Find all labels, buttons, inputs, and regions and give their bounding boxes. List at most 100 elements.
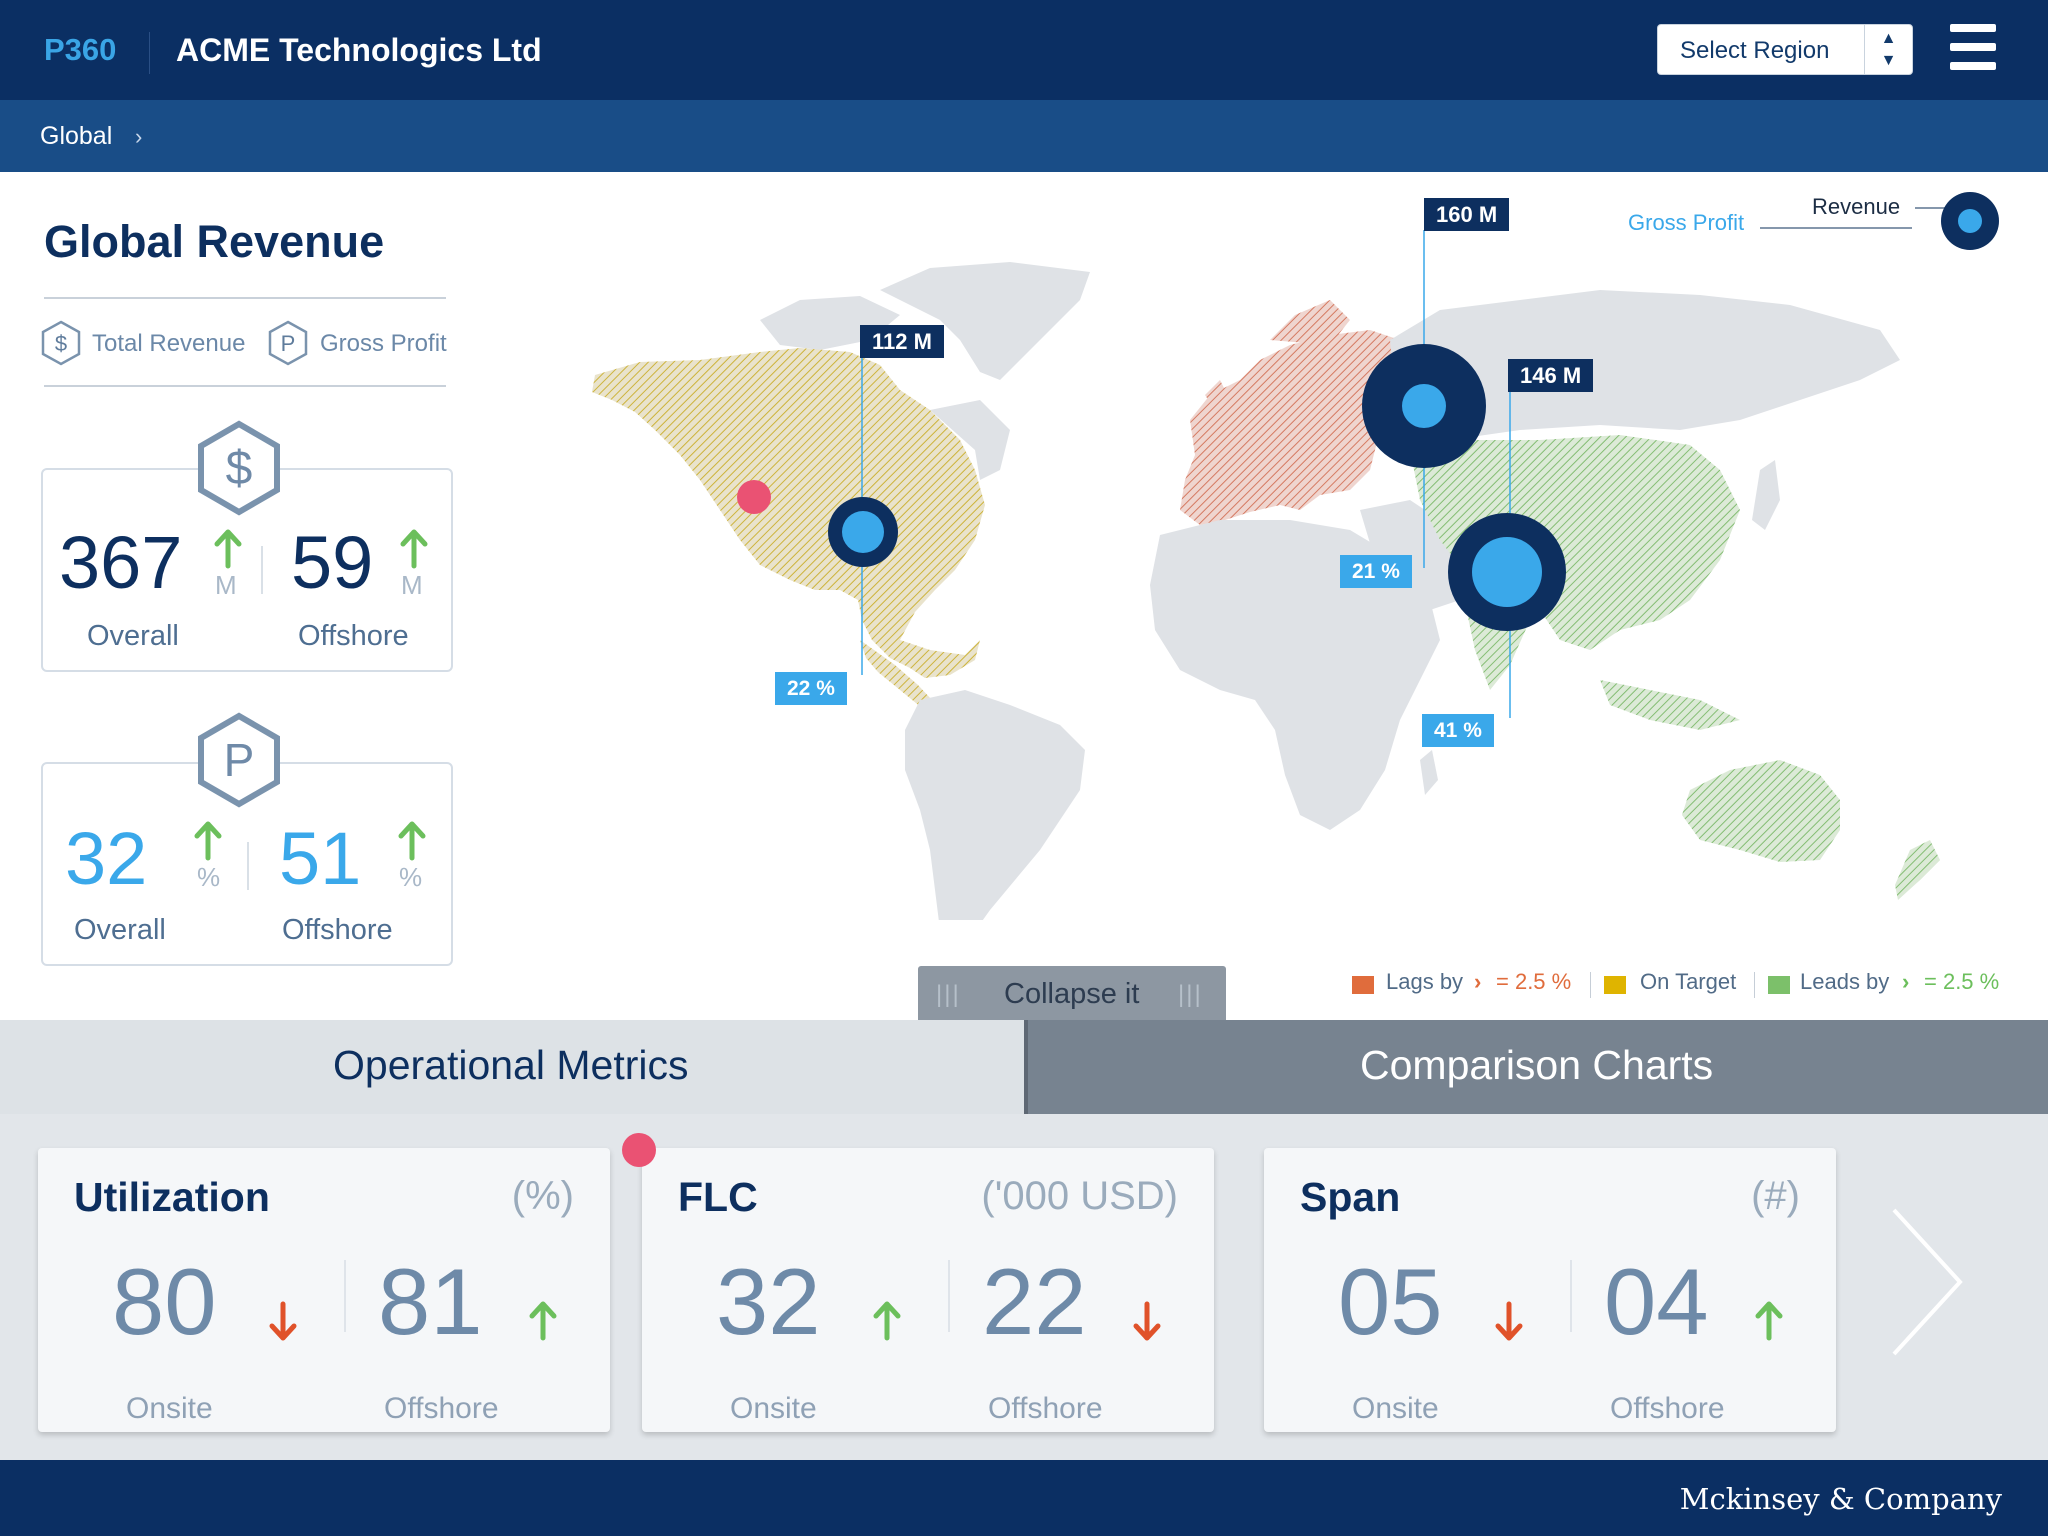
brand-logo[interactable]: P360 (44, 32, 116, 68)
arrow-up-icon (1755, 1301, 1783, 1341)
top-bar: P360 ACME Technologics Ltd Select Region… (0, 0, 2048, 100)
legend-gross-profit: Gross Profit (320, 330, 447, 357)
page-title: Global Revenue (44, 216, 385, 267)
collapse-button[interactable]: ||| Collapse it ||| (918, 966, 1226, 1020)
metric-onsite-label: Onsite (1352, 1392, 1439, 1425)
arrow-up-icon (214, 529, 242, 569)
metric-offshore-value: 04 (1604, 1249, 1709, 1354)
svg-text:$: $ (226, 442, 253, 495)
touch-indicator-dot (622, 1133, 656, 1167)
metric-offshore-label: Offshore (988, 1392, 1103, 1425)
profit-offshore-unit: % (399, 862, 423, 892)
divider (1570, 1260, 1572, 1332)
metric-onsite-value: 32 (716, 1249, 821, 1354)
chevron-right-icon: › (1902, 969, 1910, 994)
region-select[interactable]: Select Region ▲ ▼ (1657, 24, 1913, 75)
brand-divider (149, 32, 150, 74)
profit-offshore-label: Offshore (282, 914, 393, 946)
profit-overall-unit: % (197, 862, 221, 892)
metric-title: Utilization (74, 1174, 270, 1220)
lags-label: Lags by (1386, 969, 1464, 994)
divider (1754, 972, 1755, 998)
gross-profit-bubble-north-america[interactable] (842, 511, 884, 553)
leads-swatch (1768, 976, 1790, 994)
grip-icon: ||| (1178, 981, 1203, 1008)
map-japan (1752, 460, 1780, 530)
world-map[interactable] (570, 180, 2048, 920)
metric-card-span[interactable]: Span (#) 05 04 Onsite Offshore (1264, 1148, 1836, 1432)
metric-card-utilization[interactable]: Utilization (%) 80 81 Onsite Offshore (38, 1148, 610, 1432)
metric-onsite-value: 80 (112, 1249, 217, 1354)
divider (44, 385, 446, 387)
metric-onsite-label: Onsite (126, 1392, 213, 1425)
map-australia[interactable] (1682, 760, 1840, 862)
dollar-hex-icon: $ (41, 320, 81, 366)
svg-text:P: P (281, 331, 296, 356)
revenue-overall-unit: M (215, 570, 237, 600)
revenue-overall-label: Overall (87, 620, 179, 652)
on-target-label: On Target (1640, 969, 1737, 994)
tab-comparison-charts-label: Comparison Charts (1360, 1042, 1714, 1088)
revenue-offshore-value: 59 (291, 521, 374, 604)
legend-gross-profit-label: Gross Profit (1628, 210, 1745, 235)
arrow-up-icon (400, 529, 428, 569)
map-southeast-asia[interactable] (1600, 680, 1740, 730)
footer: Mckinsey & Company (0, 1460, 2048, 1536)
gross-profit-bubble-europe[interactable] (1402, 384, 1446, 428)
divider (44, 297, 446, 299)
breadcrumb: Global › (0, 100, 2048, 172)
revenue-offshore-label: Offshore (298, 620, 409, 652)
metric-onsite-value: 05 (1338, 1249, 1443, 1354)
gross-profit-bubble-asia[interactable] (1472, 537, 1542, 607)
arrow-down-icon (1133, 1301, 1161, 1341)
divider (1590, 972, 1591, 998)
on-target-swatch (1604, 976, 1626, 994)
menu-icon[interactable] (1950, 22, 1998, 72)
profit-overall-label: Overall (74, 914, 166, 946)
leads-value: = 2.5 % (1924, 969, 2000, 994)
legend-total-revenue: Total Revenue (92, 330, 246, 357)
revenue-offshore-unit: M (401, 570, 423, 600)
divider (261, 546, 263, 594)
metric-unit: ('000 USD) (981, 1174, 1178, 1218)
metric-title: Span (1300, 1174, 1401, 1220)
leads-label: Leads by (1800, 969, 1890, 994)
touch-indicator-dot (737, 480, 771, 514)
company-name: ACME Technologics Ltd (176, 32, 542, 68)
divider (948, 1260, 950, 1332)
map-south-america (905, 690, 1085, 920)
metric-card-flc[interactable]: FLC ('000 USD) 32 22 Onsite Offshore (642, 1148, 1214, 1432)
region-select-label: Select Region (1680, 37, 1830, 64)
chevron-right-icon: › (135, 124, 143, 149)
profit-offshore-value: 51 (279, 817, 362, 900)
map-new-zealand[interactable] (1895, 840, 1940, 900)
revenue-tag-europe: 160 M (1424, 198, 1510, 231)
arrow-up-icon (194, 821, 222, 861)
arrow-up-icon (529, 1301, 557, 1341)
metric-offshore-value: 81 (378, 1249, 483, 1354)
chevron-right-icon: › (1474, 969, 1482, 994)
metric-offshore-value: 22 (982, 1249, 1087, 1354)
metric-title: FLC (678, 1174, 758, 1220)
profit-tag-north-america: 22 % (775, 672, 847, 705)
arrow-up-icon (398, 821, 426, 861)
metric-offshore-label: Offshore (384, 1392, 499, 1425)
metric-unit: (#) (1751, 1174, 1800, 1218)
profit-tag-asia: 41 % (1422, 714, 1494, 747)
grip-icon: ||| (936, 981, 961, 1008)
sort-arrows-icon[interactable]: ▲ ▼ (1864, 25, 1912, 74)
revenue-overall-value: 367 (59, 521, 183, 604)
lags-value: = 2.5 % (1496, 969, 1572, 994)
arrow-down-icon (1495, 1301, 1523, 1341)
collapse-button-label: Collapse it (1004, 978, 1140, 1010)
chevron-right-icon[interactable] (1888, 1206, 1964, 1358)
profit-hex-icon: P (268, 320, 308, 366)
lags-swatch (1352, 976, 1374, 994)
svg-text:P: P (224, 734, 255, 786)
revenue-tag-asia: 146 M (1508, 359, 1594, 392)
map-north-america[interactable] (592, 348, 985, 678)
metric-unit: (%) (511, 1174, 574, 1218)
profit-tag-europe: 21 % (1340, 555, 1412, 588)
breadcrumb-global[interactable]: Global (40, 122, 112, 151)
metric-offshore-label: Offshore (1610, 1392, 1725, 1425)
